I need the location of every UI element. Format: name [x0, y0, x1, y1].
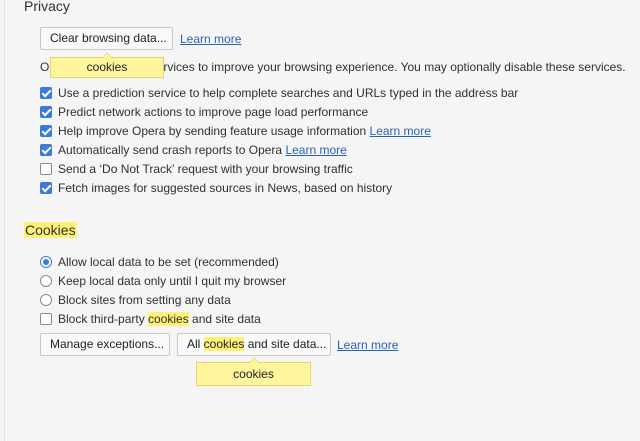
option-text: Automatically send crash reports to Oper…: [58, 143, 283, 157]
cookies-section-title: Cookies: [24, 222, 77, 238]
button-prefix: All: [187, 337, 204, 351]
checkbox[interactable]: [40, 182, 52, 194]
checkbox[interactable]: [40, 163, 52, 175]
option-label: Use a prediction service to help complet…: [58, 86, 519, 100]
radio-label: Allow local data to be set (recommended): [58, 255, 279, 269]
search-highlight: cookies: [203, 337, 245, 351]
all-cookies-site-data-button[interactable]: All cookies and site data...: [177, 333, 331, 356]
option-label: Fetch images for suggested sources in Ne…: [58, 181, 393, 195]
option-label: Block third-party cookies and site data: [58, 311, 261, 327]
option-label: Predict network actions to improve page …: [58, 105, 369, 119]
feature-usage-learn-more-link[interactable]: Learn more: [370, 124, 431, 138]
option-text: Help improve Opera by sending feature us…: [58, 124, 367, 138]
cookies-learn-more-link[interactable]: Learn more: [337, 338, 398, 352]
manage-exceptions-button[interactable]: Manage exceptions...: [40, 333, 170, 356]
radio-button[interactable]: [40, 294, 52, 306]
button-suffix: and site data...: [244, 337, 327, 351]
option-label: Send a ‘Do Not Track’ request with your …: [58, 162, 353, 176]
checkbox[interactable]: [40, 125, 52, 137]
search-match-tooltip: cookies: [50, 52, 164, 78]
label-prefix: Block third-party: [58, 312, 149, 326]
checkbox[interactable]: [40, 313, 52, 325]
clear-browsing-data-button[interactable]: Clear browsing data...: [40, 27, 173, 50]
checkbox[interactable]: [40, 87, 52, 99]
search-highlight: cookies: [148, 312, 189, 326]
option-label: Automatically send crash reports to Oper…: [58, 142, 347, 158]
clear-data-learn-more-link[interactable]: Learn more: [180, 32, 241, 46]
checkbox[interactable]: [40, 144, 52, 156]
option-label: Help improve Opera by sending feature us…: [58, 123, 431, 139]
radio-label: Block sites from setting any data: [58, 293, 231, 307]
search-match-tooltip: cookies: [196, 357, 311, 386]
checkbox[interactable]: [40, 106, 52, 118]
privacy-section-title: Privacy: [24, 0, 70, 14]
radio-button[interactable]: [40, 256, 52, 268]
radio-button[interactable]: [40, 275, 52, 287]
content-border: [4, 0, 5, 441]
crash-reports-learn-more-link[interactable]: Learn more: [285, 143, 346, 157]
radio-label: Keep local data only until I quit my bro…: [58, 274, 287, 288]
label-suffix: and site data: [188, 312, 261, 326]
